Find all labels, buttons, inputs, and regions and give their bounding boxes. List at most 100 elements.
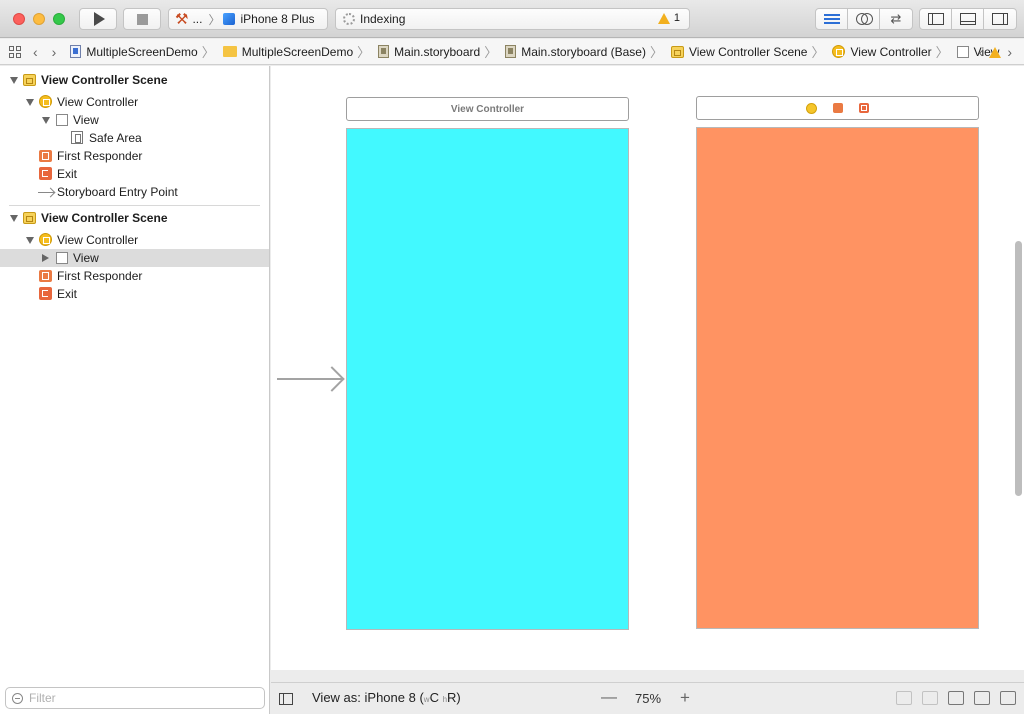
view-as-device[interactable]: View as: iPhone 8 (wC hR) <box>312 690 461 705</box>
scene-1-view[interactable] <box>346 128 629 630</box>
outline-first-responder-1[interactable]: First Responder <box>0 147 269 165</box>
debug-pane-icon <box>959 13 976 25</box>
outline-label: View <box>73 251 99 265</box>
view-toggle-control <box>919 8 1017 30</box>
view-controller-icon[interactable] <box>806 102 817 114</box>
outline-exit-1[interactable]: Exit <box>0 165 269 183</box>
crumb-project[interactable]: MultipleScreenDemo 〉 <box>70 42 215 61</box>
crumb-scene[interactable]: View Controller Scene 〉 <box>670 42 824 61</box>
resolve-issues-icon[interactable] <box>1000 691 1016 705</box>
project-file-icon <box>70 45 82 58</box>
scene-1-title: View Controller <box>450 103 525 115</box>
exit-icon[interactable] <box>859 103 869 113</box>
crumb-view-controller[interactable]: View Controller 〉 <box>832 42 949 61</box>
canvas-bottom-bar: View as: iPhone 8 (wC hR) — 75% + <box>271 682 1024 714</box>
previous-issue-icon[interactable]: ‹ <box>979 44 984 60</box>
disclosure-triangle-icon[interactable] <box>42 117 50 124</box>
disclosure-triangle-icon[interactable] <box>26 99 34 106</box>
outline-toggle-icon[interactable] <box>279 693 293 705</box>
debug-toggle-button[interactable] <box>952 9 984 29</box>
arrow-right-icon <box>38 192 54 193</box>
layout-tools <box>896 691 1016 705</box>
utilities-toggle-button[interactable] <box>984 9 1016 29</box>
outline-first-responder-2[interactable]: First Responder <box>0 267 269 285</box>
warning-indicator[interactable]: 1 <box>657 12 680 24</box>
warning-icon[interactable] <box>989 46 1002 58</box>
disclosure-triangle-icon[interactable] <box>10 215 18 222</box>
app-target-icon: ⚒ <box>175 11 189 28</box>
view-controller-icon <box>39 233 52 246</box>
disclosure-triangle-icon[interactable] <box>10 77 18 84</box>
version-editor-icon: ⇄ <box>890 11 902 26</box>
scene-2-title-bar[interactable] <box>696 96 979 120</box>
chevron-right-icon: 〉 <box>357 45 371 60</box>
storyboard-entry-arrow[interactable] <box>277 378 343 380</box>
first-responder-icon[interactable] <box>833 103 843 113</box>
related-items-icon[interactable] <box>9 45 21 58</box>
first-responder-icon <box>39 270 52 282</box>
window-minimize-button[interactable] <box>33 13 45 25</box>
outline-view-1[interactable]: View <box>0 111 269 129</box>
navigator-toggle-button[interactable] <box>920 9 952 29</box>
outline-safe-area[interactable]: Safe Area <box>0 129 269 147</box>
outline-scene-2[interactable]: View Controller Scene <box>0 209 269 227</box>
crumb-label: MultipleScreenDemo <box>241 44 354 59</box>
storyboard-file-icon <box>378 45 390 58</box>
view-controller-icon <box>832 45 846 58</box>
outline-entry-point[interactable]: Storyboard Entry Point <box>0 183 269 201</box>
assistant-editor-button[interactable] <box>848 9 880 29</box>
safe-area-icon <box>71 131 83 144</box>
device-icon <box>223 13 236 25</box>
window-zoom-button[interactable] <box>53 13 65 25</box>
crumb-label: MultipleScreenDemo <box>86 44 198 59</box>
run-button[interactable] <box>79 8 117 30</box>
chevron-right-icon: 〉 <box>649 45 663 60</box>
outline-view-controller-2[interactable]: View Controller <box>0 231 269 249</box>
disclosure-triangle-icon[interactable] <box>42 254 49 262</box>
outline-label: Exit <box>57 287 78 301</box>
outline-exit-2[interactable]: Exit <box>0 285 269 303</box>
warning-count: 1 <box>673 12 680 24</box>
standard-editor-icon <box>823 14 840 24</box>
update-frames-icon[interactable] <box>922 691 938 705</box>
issue-navigation: ‹ › <box>979 44 1012 60</box>
navigator-pane-icon <box>927 13 944 25</box>
disclosure-triangle-icon[interactable] <box>26 237 34 244</box>
scheme-selector[interactable]: ⚒ ... 〉 iPhone 8 Plus <box>168 8 328 30</box>
view-controller-icon <box>39 95 52 108</box>
outline-scene-1[interactable]: View Controller Scene <box>0 71 269 89</box>
zoom-out-button[interactable]: — <box>601 689 617 707</box>
window-close-button[interactable] <box>13 13 25 25</box>
activity-viewer[interactable]: Indexing 1 <box>335 8 690 30</box>
add-constraints-icon[interactable] <box>974 691 990 705</box>
crumb-label: Main.storyboard <box>394 44 481 59</box>
zoom-level: 75% <box>635 691 662 706</box>
exit-icon <box>39 167 52 180</box>
outline-filter-field[interactable]: Filter <box>5 687 265 709</box>
align-icon[interactable] <box>948 691 964 705</box>
storyboard-canvas[interactable]: View Controller <box>271 66 1024 670</box>
next-issue-icon[interactable]: › <box>1007 44 1012 60</box>
scene-icon <box>23 74 36 86</box>
crumb-folder[interactable]: MultipleScreenDemo 〉 <box>222 42 371 61</box>
scene-1-title-bar[interactable]: View Controller <box>346 97 629 121</box>
crumb-storyboard[interactable]: Main.storyboard 〉 <box>378 42 497 61</box>
forward-arrow-icon[interactable]: › <box>52 44 57 60</box>
scheme-separator: 〉 <box>208 12 221 27</box>
embed-in-stack-icon[interactable] <box>896 691 912 705</box>
standard-editor-button[interactable] <box>816 9 848 29</box>
crumb-storyboard-base[interactable]: Main.storyboard (Base) 〉 <box>505 42 663 61</box>
back-arrow-icon[interactable]: ‹ <box>33 44 38 60</box>
scene-2-view[interactable] <box>696 127 979 629</box>
stop-button[interactable] <box>123 8 161 30</box>
crumb-label: View Controller <box>850 44 932 59</box>
zoom-in-button[interactable]: + <box>680 688 690 708</box>
stop-icon <box>136 13 148 25</box>
document-outline: View Controller Scene View Controller Vi… <box>0 66 270 714</box>
outline-view-2[interactable]: View <box>0 249 269 267</box>
version-editor-button[interactable]: ⇄ <box>880 9 912 29</box>
scheme-device-name: iPhone 8 Plus <box>240 12 315 26</box>
vertical-scrollbar[interactable] <box>1015 241 1022 496</box>
outline-label: View Controller <box>57 95 139 109</box>
outline-view-controller-1[interactable]: View Controller <box>0 93 269 111</box>
